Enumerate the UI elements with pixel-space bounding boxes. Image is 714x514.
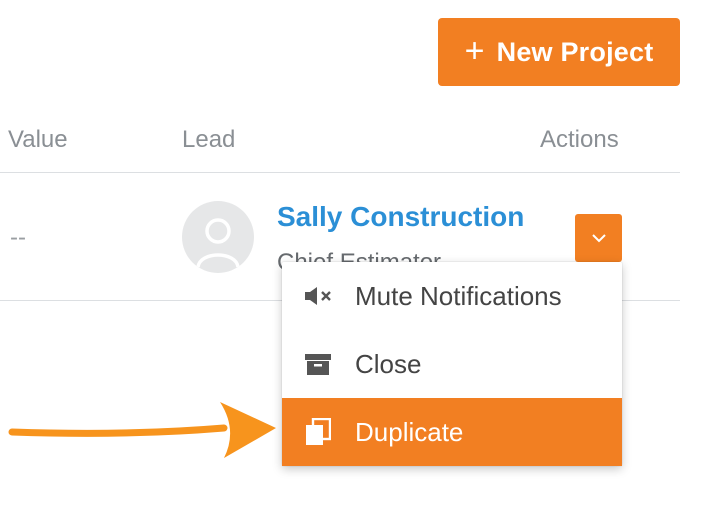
new-project-button[interactable]: + New Project bbox=[438, 18, 680, 86]
menu-item-label: Duplicate bbox=[355, 416, 464, 447]
mute-icon bbox=[302, 280, 334, 312]
annotation-arrow-icon bbox=[8, 402, 276, 458]
actions-menu: Mute Notifications Close Duplicate bbox=[282, 262, 622, 466]
column-header-value[interactable]: Value bbox=[8, 126, 68, 154]
plus-icon: + bbox=[464, 31, 485, 70]
lead-name-link[interactable]: Sally Construction bbox=[277, 201, 524, 233]
duplicate-icon bbox=[302, 416, 334, 448]
menu-item-mute-notifications[interactable]: Mute Notifications bbox=[282, 262, 622, 330]
menu-item-label: Close bbox=[355, 348, 422, 379]
row-value: -- bbox=[10, 224, 26, 251]
avatar[interactable] bbox=[182, 201, 254, 273]
menu-item-close[interactable]: Close bbox=[282, 330, 622, 398]
column-header-lead[interactable]: Lead bbox=[182, 126, 235, 154]
header-divider bbox=[0, 172, 680, 173]
actions-dropdown-button[interactable] bbox=[575, 214, 622, 262]
new-project-label: New Project bbox=[496, 36, 654, 67]
menu-item-label: Mute Notifications bbox=[355, 280, 562, 311]
chevron-down-icon bbox=[591, 234, 606, 243]
archive-box-icon bbox=[302, 348, 334, 380]
column-header-actions: Actions bbox=[540, 126, 619, 153]
user-avatar-icon bbox=[196, 218, 240, 268]
menu-item-duplicate[interactable]: Duplicate bbox=[282, 398, 622, 466]
